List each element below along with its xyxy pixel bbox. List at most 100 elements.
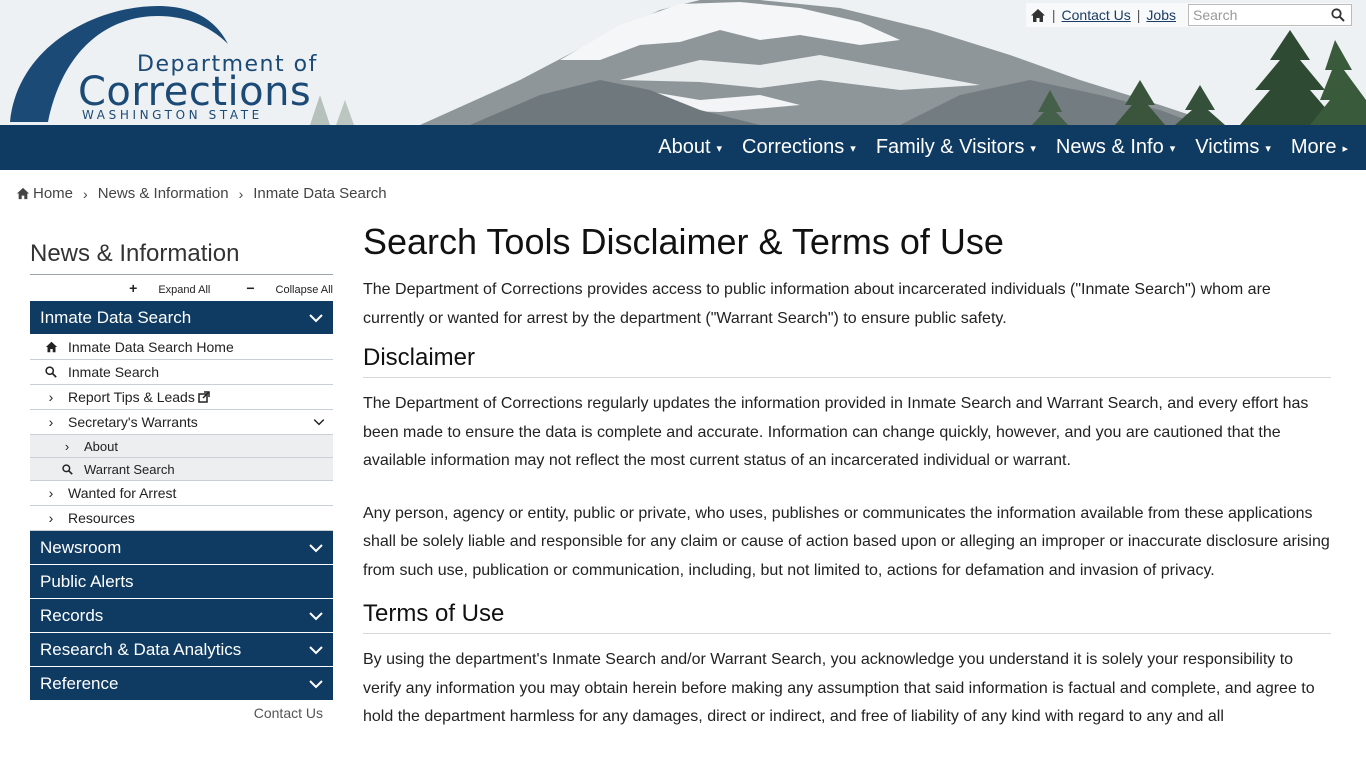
home-icon	[44, 341, 58, 353]
home-icon	[16, 187, 30, 200]
chevron-down-icon	[309, 611, 323, 620]
nav-label: More	[1290, 136, 1337, 158]
search-icon	[60, 463, 74, 475]
breadcrumb-inmate-data-search: Inmate Data Search	[253, 185, 387, 202]
doc-logo[interactable]: Department of Corrections WASHINGTON STA…	[8, 4, 316, 124]
chevron-right-icon: ›	[48, 485, 54, 501]
sidebar-item-warrants-about[interactable]: › About	[30, 435, 333, 458]
nav-label: Victims	[1195, 136, 1260, 158]
sidebar-item-label: Warrant Search	[84, 461, 175, 477]
sidebar: News & Information + Expand All − Collapse…	[30, 238, 333, 721]
section-label: Research & Data Analytics	[40, 639, 242, 659]
sidebar-item-secretarys-warrants[interactable]: › Secretary's Warrants	[30, 410, 333, 435]
section-label: Public Alerts	[40, 571, 134, 591]
minus-icon: −	[246, 280, 255, 296]
terms-heading: Terms of Use	[363, 599, 1331, 634]
nav-label: Family & Visitors	[875, 136, 1025, 158]
nav-label: Corrections	[742, 136, 845, 158]
chevron-right-icon: ›	[48, 510, 54, 526]
sidebar-item-label: Inmate Search	[68, 364, 160, 380]
disclaimer-paragraph-2: Any person, agency or entity, public or …	[363, 504, 1330, 579]
intro-paragraph: The Department of Corrections provides a…	[363, 281, 1271, 327]
nav-news-info[interactable]: News & Info ▾	[1056, 136, 1175, 159]
chevron-right-icon: ›	[83, 185, 88, 202]
sidebar-item-label: Report Tips & Leads	[68, 389, 195, 405]
chevron-down-icon	[309, 543, 323, 552]
chevron-down-icon[interactable]	[313, 418, 325, 426]
chevron-down-icon	[309, 645, 323, 654]
search-input[interactable]	[1189, 7, 1327, 23]
sidebar-item-warrant-search[interactable]: Warrant Search	[30, 458, 333, 481]
disclaimer-heading: Disclaimer	[363, 343, 1331, 378]
sidebar-controls: + Expand All − Collapse All	[30, 275, 333, 301]
sidebar-section-inmate-data-search[interactable]: Inmate Data Search	[30, 301, 333, 335]
sidebar-item-inmate-search[interactable]: Inmate Search	[30, 360, 333, 385]
section-label: Newsroom	[40, 537, 122, 557]
jobs-link[interactable]: Jobs	[1146, 7, 1176, 23]
nav-label: News & Info	[1055, 136, 1164, 158]
expand-all-button[interactable]: + Expand All	[111, 280, 210, 296]
sidebar-item-inmate-data-search-home[interactable]: Inmate Data Search Home	[30, 335, 333, 360]
caret-down-icon: ▾	[1030, 143, 1036, 155]
search-icon	[1331, 8, 1345, 22]
breadcrumb-home[interactable]: Home	[33, 185, 73, 202]
sidebar-item-label: Resources	[68, 510, 135, 526]
section-label: Inmate Data Search	[40, 307, 192, 327]
sidebar-item-label: About	[84, 438, 118, 454]
section-label: Records	[40, 605, 104, 625]
chevron-down-icon	[309, 313, 323, 322]
caret-down-icon: ▾	[1169, 143, 1176, 155]
sidebar-item-wanted-for-arrest[interactable]: › Wanted for Arrest	[30, 481, 333, 506]
collapse-all-label: Collapse All	[275, 284, 333, 296]
plus-icon: +	[129, 280, 138, 296]
sidebar-item-report-tips[interactable]: › Report Tips & Leads	[30, 385, 333, 410]
nav-about[interactable]: About ▾	[658, 136, 722, 159]
contact-us-link[interactable]: Contact Us	[1062, 7, 1131, 23]
caret-down-icon: ▾	[716, 143, 723, 155]
sidebar-section-newsroom[interactable]: Newsroom	[30, 531, 333, 565]
chevron-right-icon: ›	[64, 438, 70, 454]
external-link-icon	[198, 391, 210, 403]
site-header: Department of Corrections WASHINGTON STA…	[0, 0, 1366, 125]
sidebar-item-label: Secretary's Warrants	[68, 414, 198, 430]
utility-separator: |	[1136, 7, 1141, 23]
nav-more[interactable]: More ▸	[1291, 136, 1348, 159]
sidebar-item-label: Wanted for Arrest	[68, 485, 177, 501]
sidebar-title: News & Information	[30, 240, 240, 267]
chevron-right-icon: ›	[238, 185, 244, 202]
breadcrumb: Home › News & Information › Inmate Data …	[16, 185, 387, 202]
search-icon	[44, 366, 58, 378]
nav-corrections[interactable]: Corrections ▾	[742, 136, 856, 159]
sidebar-section-records[interactable]: Records	[30, 599, 333, 633]
caret-down-icon: ▾	[850, 143, 856, 155]
search-button[interactable]	[1327, 5, 1349, 25]
main-navigation: About ▾ Corrections ▾ Family & Visitors …	[0, 125, 1366, 170]
sidebar-section-research-data-analytics[interactable]: Research & Data Analytics	[30, 633, 333, 667]
breadcrumb-news-information[interactable]: News & Information	[98, 185, 229, 202]
nav-label: About	[658, 136, 711, 158]
sidebar-contact-us-link[interactable]: Contact Us	[30, 705, 333, 721]
logo-line-state: WASHINGTON STATE	[82, 108, 263, 122]
nav-family-visitors[interactable]: Family & Visitors ▾	[876, 136, 1036, 159]
home-icon[interactable]	[1030, 8, 1046, 23]
utility-separator: |	[1051, 7, 1056, 23]
caret-right-icon: ▸	[1342, 143, 1348, 155]
expand-all-label: Expand All	[158, 284, 211, 296]
sidebar-section-public-alerts[interactable]: Public Alerts	[30, 565, 333, 599]
nav-victims[interactable]: Victims ▾	[1195, 136, 1271, 159]
section-label: Reference	[40, 673, 119, 693]
site-search	[1188, 4, 1352, 26]
chevron-right-icon: ›	[48, 389, 54, 405]
chevron-right-icon: ›	[48, 414, 54, 430]
utility-bar: | Contact Us | Jobs	[1025, 3, 1352, 27]
sidebar-section-reference[interactable]: Reference	[30, 667, 333, 701]
terms-paragraph-1: By using the department's Inmate Search …	[363, 651, 1315, 725]
collapse-all-button[interactable]: − Collapse All	[228, 280, 333, 296]
sidebar-item-label: Inmate Data Search Home	[68, 339, 234, 355]
chevron-down-icon	[309, 679, 323, 688]
caret-down-icon: ▾	[1265, 143, 1271, 155]
page-title: Search Tools Disclaimer & Terms of Use	[363, 221, 1004, 262]
sidebar-item-resources[interactable]: › Resources	[30, 506, 333, 531]
main-content: Search Tools Disclaimer & Terms of Use T…	[363, 222, 1331, 732]
disclaimer-paragraph-1: The Department of Corrections regularly …	[363, 395, 1309, 469]
